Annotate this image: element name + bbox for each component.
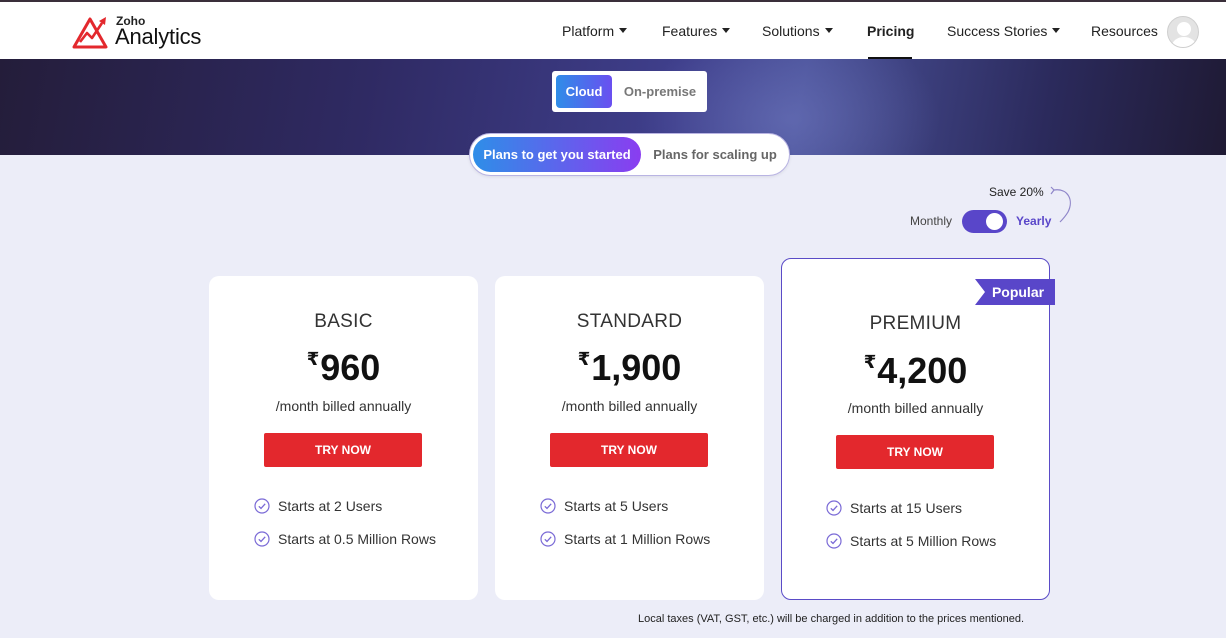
billing-monthly-label[interactable]: Monthly (910, 214, 952, 228)
plans-scaling-up-tab[interactable]: Plans for scaling up (645, 137, 785, 172)
feature-text: Starts at 2 Users (278, 498, 383, 514)
plan-price: ₹4,200 (782, 350, 1049, 392)
plan-name: BASIC (314, 311, 373, 332)
switch-knob (986, 213, 1003, 230)
check-circle-icon (254, 531, 270, 547)
nav-solutions[interactable]: Solutions (762, 2, 833, 59)
billing-yearly-label[interactable]: Yearly (1016, 214, 1051, 228)
check-circle-icon (826, 533, 842, 549)
check-circle-icon (254, 498, 270, 514)
site-header: Zoho Analytics Platform Features Solutio… (0, 2, 1226, 59)
price-value: 1,900 (591, 347, 682, 388)
deployment-on-premise-tab[interactable]: On-premise (618, 75, 702, 108)
feature-item: Starts at 15 Users (826, 500, 962, 516)
popular-badge: Popular (975, 279, 1055, 305)
nav-platform-label: Platform (562, 22, 615, 39)
plan-name: STANDARD (576, 311, 683, 332)
caret-down-icon (722, 28, 731, 33)
nav-success-stories[interactable]: Success Stories (947, 2, 1061, 59)
feature-item: Starts at 5 Users (540, 498, 668, 514)
plan-price: ₹960 (209, 347, 478, 389)
feature-text: Starts at 5 Users (564, 498, 669, 514)
zoho-analytics-logo[interactable]: Zoho Analytics (70, 14, 210, 50)
try-now-button-standard[interactable]: TRY NOW (550, 433, 708, 467)
save-percentage-label: Save 20% (989, 185, 1044, 199)
check-circle-icon (540, 531, 556, 547)
nav-resources-label: Resources (1091, 22, 1158, 39)
plan-name: PREMIUM (869, 313, 962, 334)
analytics-logo-icon (72, 17, 108, 49)
try-now-button-premium[interactable]: TRY NOW (836, 435, 994, 469)
plan-period: /month billed annually (275, 398, 412, 414)
feature-text: Starts at 15 Users (850, 500, 963, 516)
try-now-button-basic[interactable]: TRY NOW (264, 433, 422, 467)
nav-features[interactable]: Features (662, 2, 731, 59)
plan-group-toggle: Plans to get you started Plans for scali… (469, 133, 790, 176)
plan-card-standard: STANDARD ₹1,900 /month billed annually T… (495, 276, 764, 600)
currency-symbol: ₹ (306, 349, 320, 369)
feature-text: Starts at 5 Million Rows (850, 533, 997, 549)
feature-text: Starts at 1 Million Rows (564, 531, 711, 547)
curved-arrow-icon (1050, 186, 1071, 223)
plan-period: /month billed annually (561, 398, 698, 414)
billing-period-switch[interactable] (962, 210, 1007, 233)
nav-pricing[interactable]: Pricing (867, 2, 914, 59)
user-avatar-icon[interactable] (1167, 16, 1199, 48)
nav-resources[interactable]: Resources (1091, 2, 1158, 59)
check-circle-icon (540, 498, 556, 514)
deployment-cloud-tab[interactable]: Cloud (556, 75, 612, 108)
feature-item: Starts at 5 Million Rows (826, 533, 996, 549)
price-value: 960 (320, 347, 381, 388)
caret-down-icon (619, 28, 628, 33)
deployment-toggle: Cloud On-premise (552, 71, 707, 112)
caret-down-icon (1052, 28, 1061, 33)
feature-text: Starts at 0.5 Million Rows (278, 531, 436, 547)
tax-footnote: Local taxes (VAT, GST, etc.) will be cha… (638, 613, 1025, 625)
currency-symbol: ₹ (577, 349, 591, 369)
check-circle-icon (826, 500, 842, 516)
plans-get-started-tab[interactable]: Plans to get you started (473, 137, 641, 172)
nav-pricing-label: Pricing (867, 22, 915, 39)
plan-card-premium: PREMIUM ₹4,200 /month billed annually TR… (781, 258, 1050, 600)
plan-period: /month billed annually (847, 400, 984, 416)
logo-analytics-text: Analytics (115, 24, 202, 49)
nav-platform[interactable]: Platform (562, 2, 628, 59)
nav-success-stories-label: Success Stories (947, 22, 1048, 39)
feature-item: Starts at 1 Million Rows (540, 531, 710, 547)
plan-card-basic: BASIC ₹960 /month billed annually TRY NO… (209, 276, 478, 600)
feature-item: Starts at 2 Users (254, 498, 382, 514)
nav-solutions-label: Solutions (762, 22, 820, 39)
nav-features-label: Features (662, 22, 718, 39)
caret-down-icon (824, 28, 833, 33)
feature-item: Starts at 0.5 Million Rows (254, 531, 436, 547)
price-value: 4,200 (877, 350, 968, 391)
plan-price: ₹1,900 (495, 347, 764, 389)
currency-symbol: ₹ (863, 352, 877, 372)
